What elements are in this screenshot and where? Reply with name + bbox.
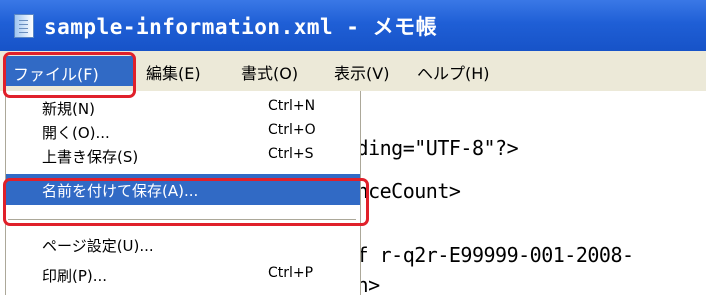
menu-help[interactable]: ヘルプ(H) <box>417 60 490 84</box>
menu-item-open[interactable]: 開く(O)... Ctrl+O <box>6 118 360 144</box>
menu-item-label: 印刷(P)... <box>42 267 108 285</box>
window-title: sample-information.xml - メモ帳 <box>44 15 438 39</box>
menu-item-shortcut: Ctrl+N <box>268 98 316 114</box>
menu-item-save[interactable]: 上書き保存(S) Ctrl+S <box>6 142 360 168</box>
notepad-icon <box>14 14 34 38</box>
menu-item-label: ページ設定(U)... <box>42 237 154 255</box>
menu-item-shortcut: Ctrl+O <box>268 122 316 138</box>
menu-item-print[interactable]: 印刷(P)... Ctrl+P <box>6 261 360 287</box>
highlight-box-file-menu <box>3 52 136 98</box>
menu-format[interactable]: 書式(O) <box>241 60 298 84</box>
menu-view[interactable]: 表示(V) <box>334 60 389 84</box>
menu-edit[interactable]: 編集(E) <box>146 60 201 84</box>
title-bar: sample-information.xml - メモ帳 <box>0 0 706 51</box>
editor-line: of r-q2r-E99999-001-2008- <box>345 243 634 267</box>
menu-item-shortcut: Ctrl+P <box>268 265 314 281</box>
menu-item-label: 開く(O)... <box>42 124 110 142</box>
menu-item-label: 上書き保存(S) <box>42 148 139 166</box>
menu-item-page-setup[interactable]: ページ設定(U)... <box>6 231 360 257</box>
menu-item-shortcut: Ctrl+S <box>268 146 314 162</box>
highlight-box-save-as <box>3 178 369 226</box>
menu-item-label: 新規(N) <box>42 100 95 118</box>
editor-line: oding="UTF-8"?> <box>345 136 519 160</box>
